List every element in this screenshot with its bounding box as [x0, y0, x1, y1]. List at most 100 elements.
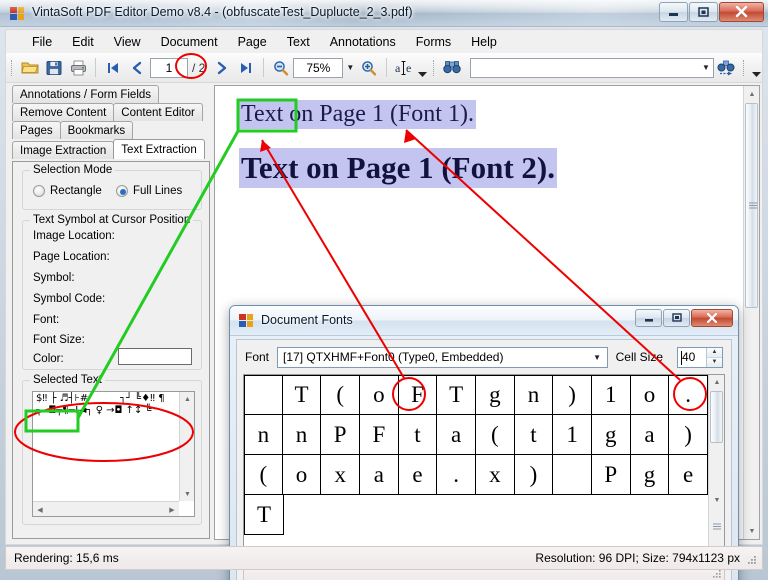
glyph-cell[interactable]: e	[398, 455, 438, 495]
glyph-scroll-thumb[interactable]	[710, 391, 723, 443]
glyph-cell[interactable]: a	[630, 415, 670, 455]
color-value-swatch[interactable]	[118, 348, 192, 365]
glyph-cell[interactable]: a	[437, 415, 476, 455]
glyph-cell[interactable]: g	[591, 415, 631, 455]
glyph-grid-vscrollbar[interactable]: ▲ ▼	[708, 375, 724, 562]
selected-text-box[interactable]: $‼ ├ ♬┤⊦# ┐┘ ╚♦‼ ¶ ┐ ◘┬¶─!◄┐ ♀ →◘ ↑↕ ╚ ▲…	[32, 391, 195, 517]
glyph-cell[interactable]: g	[630, 455, 670, 495]
binoculars-icon[interactable]	[440, 56, 464, 79]
zoom-out-icon[interactable]	[269, 56, 293, 79]
menu-edit[interactable]: Edit	[62, 32, 104, 52]
cell-size-stepper[interactable]: 40 ▲ ▼	[677, 346, 723, 368]
glyph-cell[interactable]: 1	[591, 375, 631, 415]
glyph-grid-area[interactable]: T(o F Tg n) 1 o. n n P Ft a(t 1 g a)(o x a e. x) Pg e T ▲ ▼	[243, 374, 725, 563]
glyph-cell[interactable]: e	[669, 455, 708, 495]
glyph-cell[interactable]: T	[244, 495, 284, 535]
spin-up-icon[interactable]: ▲	[706, 347, 722, 358]
glyph-cell[interactable]	[553, 455, 592, 495]
scroll-left-icon[interactable]: ◀	[33, 502, 47, 516]
scroll-up-icon[interactable]: ▲	[180, 392, 194, 406]
selected-text-hscrollbar[interactable]: ◀ ▶	[33, 501, 179, 516]
spin-down-icon[interactable]: ▼	[706, 357, 722, 367]
glyph-cell[interactable]: t	[514, 415, 554, 455]
tab-content-editor[interactable]: Content Editor	[113, 103, 203, 121]
maximize-button[interactable]	[689, 2, 718, 22]
glyph-cell[interactable]: n	[244, 415, 283, 455]
open-folder-icon[interactable]	[18, 56, 42, 79]
toolbar-grip[interactable]	[431, 58, 438, 78]
print-icon[interactable]	[66, 56, 90, 79]
minimize-button[interactable]	[659, 2, 688, 22]
scroll-up-icon[interactable]: ▲	[744, 86, 760, 102]
menu-text[interactable]: Text	[277, 32, 320, 52]
font-select[interactable]: [17] QTXHMF+Font0 (Type0, Embedded) ▼	[277, 346, 608, 368]
glyph-cell[interactable]: g	[475, 375, 515, 415]
tab-pages[interactable]: Pages	[12, 121, 61, 139]
glyph-cell[interactable]: (	[321, 375, 361, 415]
first-page-icon[interactable]	[101, 56, 125, 79]
toolbar-grip[interactable]	[741, 58, 748, 78]
dialog-resize-grip-icon[interactable]	[712, 569, 722, 579]
glyph-cell[interactable]: a	[360, 455, 399, 495]
menu-forms[interactable]: Forms	[406, 32, 461, 52]
last-page-icon[interactable]	[234, 56, 258, 79]
glyph-cell[interactable]: P	[321, 415, 361, 455]
menu-annotations[interactable]: Annotations	[320, 32, 406, 52]
toolbar-grip[interactable]	[9, 58, 16, 78]
menu-document[interactable]: Document	[151, 32, 228, 52]
scroll-down-icon[interactable]: ▼	[744, 523, 760, 539]
menu-page[interactable]: Page	[228, 32, 277, 52]
glyph-cell[interactable]: T	[437, 375, 476, 415]
text-cursor-icon[interactable]: a e	[392, 56, 416, 79]
tab-text-extraction[interactable]: Text Extraction	[113, 139, 205, 159]
scroll-right-icon[interactable]: ▶	[165, 502, 179, 516]
scroll-up-icon[interactable]: ▲	[709, 375, 724, 390]
tab-bookmarks[interactable]: Bookmarks	[59, 121, 134, 139]
glyph-cell[interactable]: .	[669, 375, 708, 415]
search-text-field[interactable]	[471, 59, 699, 76]
search-input[interactable]: ▼	[470, 57, 714, 78]
close-button[interactable]	[719, 2, 764, 22]
zoom-level-input[interactable]: 75%	[293, 57, 344, 78]
glyph-cell[interactable]: F	[360, 415, 399, 455]
glyph-cell[interactable]: x	[321, 455, 361, 495]
glyph-cell[interactable]: )	[669, 415, 708, 455]
glyph-cell[interactable]: o	[360, 375, 399, 415]
chevron-down-icon[interactable]: ▼	[699, 58, 713, 78]
document-fonts-dialog[interactable]: Document Fonts Font [17] QTXHMF+Font0 (T…	[229, 305, 739, 580]
scroll-down-icon[interactable]: ▼	[180, 487, 194, 501]
glyph-cell[interactable]: (	[475, 415, 515, 455]
previous-page-icon[interactable]	[125, 56, 149, 79]
save-disk-icon[interactable]	[42, 56, 66, 79]
scroll-down-icon[interactable]: ▼	[709, 493, 724, 508]
cell-size-spin-buttons[interactable]: ▲ ▼	[706, 347, 722, 367]
dialog-minimize-button[interactable]	[635, 309, 662, 327]
radio-rectangle[interactable]: Rectangle	[33, 185, 102, 197]
next-page-icon[interactable]	[210, 56, 234, 79]
toolbar-overflow-icon[interactable]	[750, 56, 762, 80]
glyph-cell[interactable]: (	[244, 455, 283, 495]
resize-grip-icon[interactable]	[746, 554, 758, 566]
glyph-cell[interactable]: n	[514, 375, 554, 415]
selected-text-vscrollbar[interactable]: ▲ ▼	[179, 392, 194, 501]
tab-image-extraction[interactable]: Image Extraction	[12, 141, 115, 159]
dialog-close-button[interactable]	[691, 309, 733, 327]
radio-full-lines-indicator[interactable]	[116, 185, 128, 197]
glyph-cell[interactable]: o	[282, 455, 322, 495]
glyph-cell[interactable]: x	[475, 455, 515, 495]
glyph-cell[interactable]: 1	[553, 415, 592, 455]
menu-help[interactable]: Help	[461, 32, 507, 52]
chevron-down-icon[interactable]: ▼	[343, 58, 357, 78]
page-view-scroll-thumb[interactable]	[745, 103, 758, 308]
glyph-cell[interactable]: P	[591, 455, 631, 495]
radio-full-lines[interactable]: Full Lines	[116, 185, 182, 197]
menu-view[interactable]: View	[104, 32, 151, 52]
find-next-binoculars-icon[interactable]	[714, 56, 738, 79]
zoom-in-icon[interactable]	[357, 56, 381, 79]
radio-rectangle-indicator[interactable]	[33, 185, 45, 197]
toolbar-overflow-icon[interactable]	[416, 56, 428, 80]
glyph-cell[interactable]: o	[630, 375, 670, 415]
glyph-cell[interactable]: )	[514, 455, 554, 495]
tab-annotations-form-fields[interactable]: Annotations / Form Fields	[12, 85, 160, 103]
glyph-cell[interactable]: )	[553, 375, 592, 415]
